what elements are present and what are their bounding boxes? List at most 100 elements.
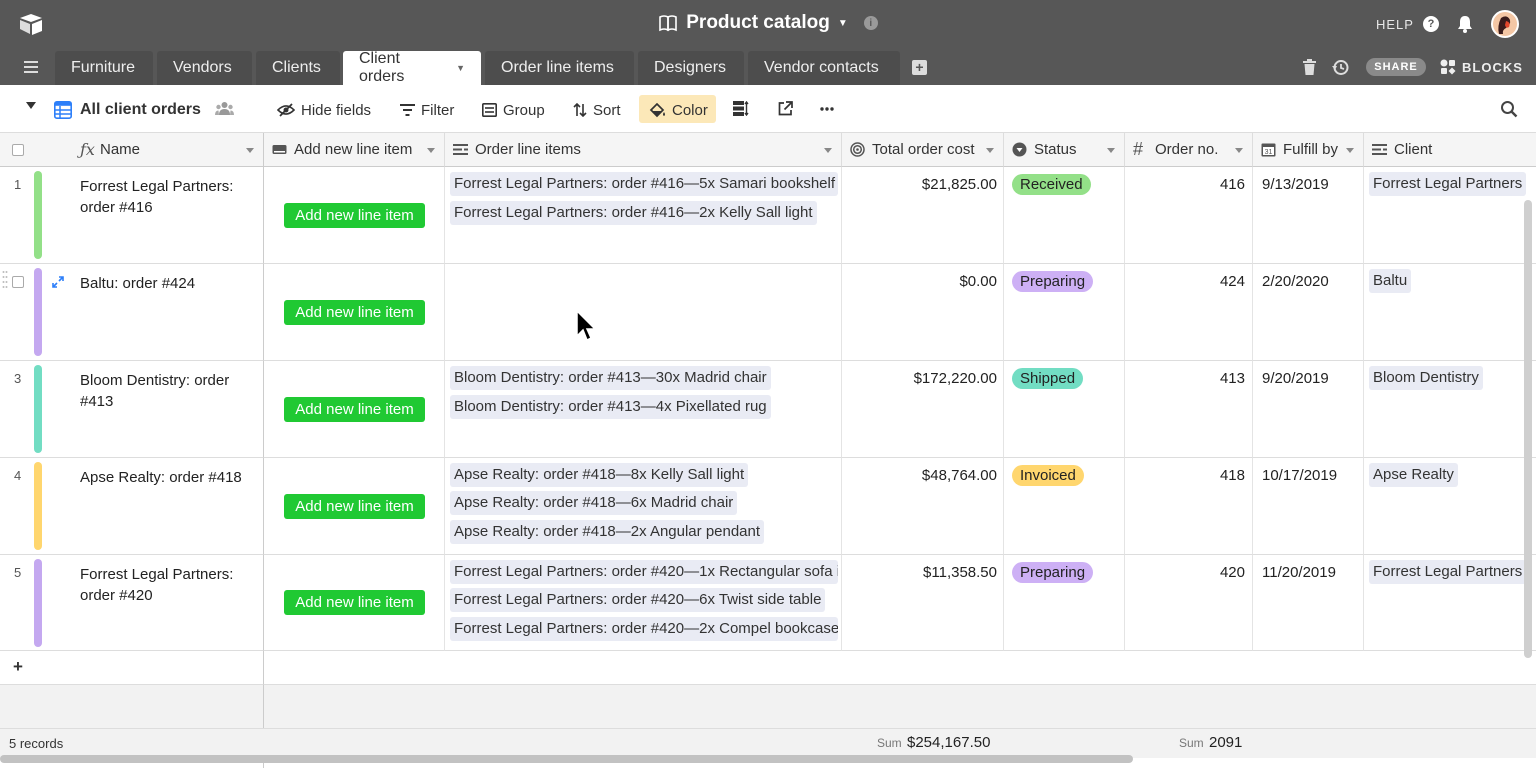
cell-order-no[interactable]: 413 [1125, 361, 1253, 458]
cell-total-order-cost[interactable]: $21,825.00 [842, 167, 1004, 264]
cell-fulfill-by[interactable]: 9/13/2019 [1253, 167, 1364, 264]
add-row-button[interactable]: + [0, 651, 264, 685]
help-link[interactable]: HELP [1376, 17, 1414, 32]
add-row-plus-icon[interactable]: + [13, 657, 23, 677]
hide-fields-button[interactable]: Hide fields [277, 98, 371, 122]
info-icon[interactable]: i [863, 16, 878, 30]
cell-client[interactable]: Forrest Legal Partners [1364, 555, 1536, 651]
column-menu-caret-icon[interactable] [246, 148, 254, 153]
header-fulfill-by[interactable]: 31 Fulfill by [1253, 133, 1364, 167]
sum-order-no[interactable]: 2091 [1209, 734, 1242, 751]
cell-fulfill-by[interactable]: 2/20/2020 [1253, 264, 1364, 361]
header-order-no[interactable]: # Order no. [1125, 133, 1253, 167]
sum-total-order-cost[interactable]: $254,167.50 [907, 734, 990, 751]
blocks-button[interactable]: BLOCKS [1440, 59, 1523, 75]
add-new-line-item-button[interactable]: Add new line item [284, 590, 425, 615]
cell-total-order-cost[interactable]: $0.00 [842, 264, 1004, 361]
cell-client[interactable]: Baltu [1364, 264, 1536, 361]
cell-order-line-items[interactable]: Forrest Legal Partners: order #416—5x Sa… [445, 167, 842, 264]
header-add-new-line-item[interactable]: Add new line item [264, 133, 445, 167]
cell-status[interactable]: Received [1004, 167, 1125, 264]
tab-caret-icon[interactable]: ▼ [456, 63, 465, 73]
horizontal-scrollbar[interactable] [0, 755, 1133, 763]
client-pill[interactable]: Apse Realty [1369, 463, 1458, 487]
group-button[interactable]: Group [482, 98, 545, 122]
cell-fulfill-by[interactable]: 11/20/2019 [1253, 555, 1364, 651]
view-switcher-caret-icon[interactable] [26, 102, 36, 109]
notification-bell-icon[interactable] [1457, 15, 1473, 33]
linked-record-pill[interactable]: Forrest Legal Partners: order #420—1x Re… [450, 560, 838, 584]
linked-record-pill[interactable]: Forrest Legal Partners: order #420—2x Co… [450, 617, 838, 641]
cell-name[interactable]: Baltu: order #424 [0, 264, 264, 361]
add-new-line-item-button[interactable]: Add new line item [284, 300, 425, 325]
header-name[interactable]: ƒx Name [0, 133, 264, 167]
linked-record-pill[interactable]: Apse Realty: order #418—6x Madrid chair [450, 491, 738, 515]
client-pill[interactable]: Bloom Dentistry [1369, 366, 1483, 390]
more-options-icon[interactable] [820, 107, 834, 111]
cell-client[interactable]: Bloom Dentistry [1364, 361, 1536, 458]
base-menu-caret-icon[interactable]: ▼ [838, 18, 848, 29]
tab-furniture[interactable]: Furniture [55, 51, 153, 85]
column-menu-caret-icon[interactable] [427, 148, 435, 153]
filter-button[interactable]: Filter [400, 98, 454, 122]
add-row-area[interactable] [264, 651, 1536, 685]
revision-history-icon[interactable] [1332, 59, 1349, 76]
cell-order-line-items[interactable]: Bloom Dentistry: order #413—30x Madrid c… [445, 361, 842, 458]
cell-name[interactable]: 5 Forrest Legal Partners: order #420 [0, 555, 264, 651]
linked-record-pill[interactable]: Bloom Dentistry: order #413—4x Pixellate… [450, 395, 771, 419]
vertical-scrollbar[interactable] [1524, 200, 1532, 658]
collaborators-icon[interactable] [215, 101, 234, 116]
help-icon[interactable]: ? [1423, 16, 1439, 32]
add-new-line-item-button[interactable]: Add new line item [284, 494, 425, 519]
tab-order-line-items[interactable]: Order line items [485, 51, 634, 85]
cell-order-line-items[interactable]: Forrest Legal Partners: order #420—1x Re… [445, 555, 842, 651]
header-order-line-items[interactable]: Order line items [445, 133, 842, 167]
client-pill[interactable]: Baltu [1369, 269, 1412, 293]
cell-status[interactable]: Preparing [1004, 555, 1125, 651]
header-status[interactable]: Status [1004, 133, 1125, 167]
user-avatar[interactable] [1491, 10, 1519, 38]
header-client[interactable]: Client [1364, 133, 1536, 167]
linked-record-pill[interactable]: Forrest Legal Partners: order #420—6x Tw… [450, 588, 826, 612]
client-pill[interactable]: Forrest Legal Partners [1369, 560, 1527, 584]
hamburger-menu-icon[interactable] [24, 61, 38, 73]
linked-record-pill[interactable]: Apse Realty: order #418—2x Angular penda… [450, 520, 765, 544]
cell-order-no[interactable]: 420 [1125, 555, 1253, 651]
linked-record-pill[interactable]: Forrest Legal Partners: order #416—5x Sa… [450, 172, 838, 196]
linked-record-pill[interactable]: Bloom Dentistry: order #413—30x Madrid c… [450, 366, 771, 390]
cell-name[interactable]: 3 Bloom Dentistry: order #413 [0, 361, 264, 458]
cell-name[interactable]: 1 Forrest Legal Partners: order #416 [0, 167, 264, 264]
column-menu-caret-icon[interactable] [824, 148, 832, 153]
cell-client[interactable]: Apse Realty [1364, 458, 1536, 555]
cell-order-no[interactable]: 418 [1125, 458, 1253, 555]
share-button[interactable]: SHARE [1366, 58, 1426, 76]
cell-order-line-items[interactable]: Apse Realty: order #418—8x Kelly Sall li… [445, 458, 842, 555]
view-switcher[interactable]: All client orders [54, 98, 201, 122]
select-all-checkbox[interactable] [12, 144, 24, 156]
linked-record-pill[interactable]: Forrest Legal Partners: order #416—2x Ke… [450, 201, 817, 225]
add-new-line-item-button[interactable]: Add new line item [284, 203, 425, 228]
cell-order-no[interactable]: 416 [1125, 167, 1253, 264]
expand-record-icon[interactable] [52, 276, 64, 288]
column-menu-caret-icon[interactable] [1235, 148, 1243, 153]
column-menu-caret-icon[interactable] [1107, 148, 1115, 153]
cell-total-order-cost[interactable]: $48,764.00 [842, 458, 1004, 555]
row-checkbox[interactable] [12, 276, 24, 288]
column-menu-caret-icon[interactable] [1346, 148, 1354, 153]
cell-status[interactable]: Preparing [1004, 264, 1125, 361]
sort-button[interactable]: Sort [573, 98, 621, 122]
cell-name[interactable]: 4 Apse Realty: order #418 [0, 458, 264, 555]
search-icon[interactable] [1500, 100, 1518, 118]
cell-total-order-cost[interactable]: $11,358.50 [842, 555, 1004, 651]
tab-clients[interactable]: Clients [256, 51, 340, 85]
drag-handle-icon[interactable] [2, 270, 8, 292]
client-pill[interactable]: Forrest Legal Partners [1369, 172, 1527, 196]
base-title[interactable]: Product catalog [686, 12, 830, 34]
add-new-line-item-button[interactable]: Add new line item [284, 397, 425, 422]
cell-status[interactable]: Shipped [1004, 361, 1125, 458]
cell-order-line-items[interactable] [445, 264, 842, 361]
linked-record-pill[interactable]: Apse Realty: order #418—8x Kelly Sall li… [450, 463, 749, 487]
trash-icon[interactable] [1303, 59, 1316, 75]
tab-vendor-contacts[interactable]: Vendor contacts [748, 51, 900, 85]
row-height-icon[interactable] [733, 101, 749, 116]
